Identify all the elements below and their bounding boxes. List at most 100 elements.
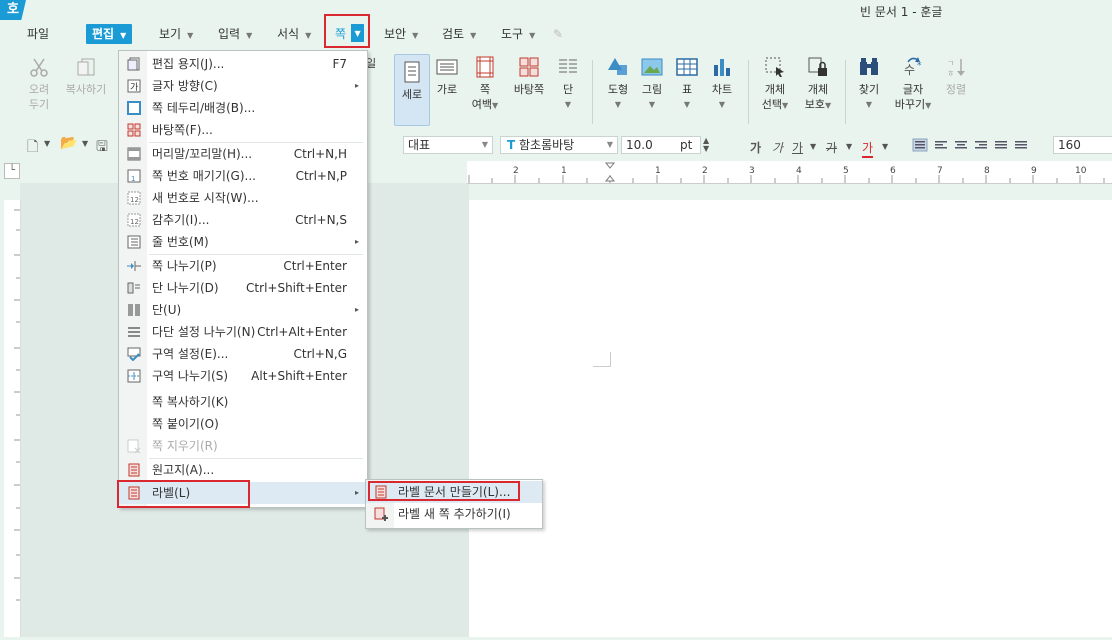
menu-item-shortcut: Ctrl+Shift+Enter: [246, 281, 347, 295]
ruler-mark: 2: [513, 166, 519, 176]
font-size-field[interactable]: 10.0 pt: [621, 136, 701, 154]
underline-button[interactable]: 가: [792, 139, 803, 156]
menu-item-hide[interactable]: 12 감추기(I)... Ctrl+N,S: [119, 209, 367, 231]
ruler-corner[interactable]: └: [4, 163, 20, 179]
quick-tool-icon[interactable]: ✎: [553, 24, 563, 44]
submenu-item-add-label-page[interactable]: 라벨 새 쪽 추가하기(I): [366, 503, 542, 525]
ruler-mark: 10: [1075, 166, 1087, 176]
menu-file[interactable]: 파일: [27, 24, 49, 44]
ruler-mark: 4: [796, 166, 802, 176]
chevron-down-icon[interactable]: ▼: [810, 142, 816, 151]
page-margin-button[interactable]: 쪽 여백▼: [471, 56, 499, 113]
landscape-button[interactable]: 가로: [433, 56, 461, 97]
menu-security[interactable]: 보안 ▼: [384, 24, 418, 44]
text-direction-icon: 가: [127, 79, 141, 93]
menu-item-label: 편집 용지(J)...: [152, 57, 225, 71]
menu-item-page-break[interactable]: 쪽 나누기(P) Ctrl+Enter: [119, 255, 367, 277]
menu-item-paste-page[interactable]: 쪽 붙이기(O): [119, 413, 367, 435]
menu-edit-label: 편집: [92, 27, 115, 41]
label-submenu: 라벨 문서 만들기(L)... 라벨 새 쪽 추가하기(I): [365, 479, 543, 529]
portrait-page-icon: [404, 61, 420, 83]
title-bar: 호 빈 문서 1 - 훈글: [0, 0, 1112, 20]
sort-label: 정렬: [945, 83, 967, 96]
font-select[interactable]: T 함초롬바탕 ▼: [500, 136, 618, 154]
line-spacing-field[interactable]: 160: [1053, 136, 1112, 154]
ruler-mark: 9: [1031, 166, 1037, 176]
object-select-label-1: 개체: [764, 83, 786, 96]
style-select[interactable]: 대표 ▼: [403, 136, 493, 154]
background-label: 바탕쪽: [513, 83, 545, 96]
text-area-corner-mark: [593, 352, 611, 367]
chevron-down-icon[interactable]: ▼: [82, 139, 88, 148]
italic-button[interactable]: 가: [772, 139, 783, 156]
menu-item-multi-column-break[interactable]: 다단 설정 나누기(N) Ctrl+Alt+Enter: [119, 321, 367, 343]
table-button[interactable]: 표 ▼: [675, 56, 699, 112]
ruler-mark: 1: [561, 166, 567, 176]
document-page[interactable]: [469, 200, 1112, 637]
column-button[interactable]: 단 ▼: [556, 56, 580, 112]
new-number-icon: 12: [127, 191, 141, 205]
sort-button[interactable]: ㄱㅎ 정렬: [942, 56, 970, 97]
menu-item-page-number[interactable]: 1 쪽 번호 매기기(G)... Ctrl+N,P: [119, 165, 367, 187]
object-protect-button[interactable]: 개체 보호▼: [800, 56, 836, 113]
menu-item-page-border[interactable]: 쪽 테두리/배경(B)...: [119, 97, 367, 119]
menu-insert[interactable]: 입력 ▼: [218, 24, 252, 44]
picture-button[interactable]: 그림 ▼: [638, 56, 666, 112]
size-stepper-icon[interactable]: ▲ ▼: [703, 137, 709, 153]
align-buttons: [911, 137, 1033, 153]
open-folder-icon[interactable]: 📂: [60, 135, 77, 151]
menu-edit[interactable]: 편집 ▼: [86, 24, 133, 44]
shape-button[interactable]: 도형 ▼: [604, 56, 632, 112]
menu-format[interactable]: 서식 ▼: [277, 24, 311, 44]
menu-item-page-setup[interactable]: 편집 용지(J)... F7: [119, 53, 367, 75]
menu-item-new-number[interactable]: 12 새 번호로 시작(W)...: [119, 187, 367, 209]
find-button[interactable]: 찾기 ▼: [855, 56, 883, 112]
strikethrough-button[interactable]: 가: [826, 139, 837, 156]
portrait-button[interactable]: 세로: [394, 54, 430, 126]
menu-item-label: 바탕쪽(F)...: [152, 123, 213, 137]
menu-item-manuscript[interactable]: 원고지(A)...: [119, 459, 367, 481]
chevron-down-icon[interactable]: ▼: [882, 142, 888, 151]
object-select-icon: [765, 57, 784, 77]
background-page-button[interactable]: 바탕쪽: [510, 56, 548, 97]
menu-page[interactable]: 쪽 ▼: [335, 24, 365, 44]
menu-format-label: 서식: [277, 27, 300, 41]
column-break-icon: [127, 282, 140, 294]
menu-item-label: 쪽 붙이기(O): [152, 417, 219, 431]
menu-item-delete-page[interactable]: 쪽 지우기(R): [119, 435, 367, 457]
menu-view[interactable]: 보기 ▼: [159, 24, 193, 44]
replace-label-1: 글자: [902, 83, 924, 96]
column-label: 단: [562, 83, 574, 96]
menu-item-column-break[interactable]: 단 나누기(D) Ctrl+Shift+Enter: [119, 277, 367, 299]
cut-button[interactable]: 오려 두기: [24, 56, 54, 112]
menu-item-column[interactable]: 단(U) ▸: [119, 299, 367, 321]
object-select-button[interactable]: 개체 선택▼: [758, 56, 792, 113]
bold-button[interactable]: 가: [750, 139, 761, 156]
menu-item-line-number[interactable]: 줄 번호(M) ▸: [119, 231, 367, 253]
save-icon[interactable]: 🖫: [96, 136, 108, 160]
new-document-icon[interactable]: 🗋: [27, 136, 38, 160]
chevron-down-icon[interactable]: ▼: [44, 139, 50, 148]
menu-item-text-direction[interactable]: 가 글자 방향(C) ▸: [119, 75, 367, 97]
menu-review[interactable]: 검토 ▼: [442, 24, 476, 44]
app-logo[interactable]: 호: [0, 0, 26, 20]
submenu-item-create-label-doc[interactable]: 라벨 문서 만들기(L)...: [366, 481, 542, 503]
font-color-button[interactable]: 가: [862, 139, 874, 158]
menu-item-section-setup[interactable]: 구역 설정(E)... Ctrl+N,G: [119, 343, 367, 365]
chart-button[interactable]: 차트 ▼: [708, 56, 736, 112]
menu-item-section-break[interactable]: 구역 나누기(S) Alt+Shift+Enter: [119, 365, 367, 387]
submenu-item-label: 라벨 새 쪽 추가하기(I): [398, 507, 511, 521]
menu-item-header-footer[interactable]: 머리말/꼬리말(H)... Ctrl+N,H: [119, 143, 367, 165]
chevron-down-icon[interactable]: ▼: [846, 142, 852, 151]
replace-button[interactable]: 수 * 글자 바꾸기▼: [893, 56, 933, 113]
menu-bar: 파일 편집 ▼ 보기 ▼ 입력 ▼ 서식 ▼ 쪽 ▼ 보안 ▼ 검토 ▼ 도구 ▼ ✎: [0, 20, 1112, 46]
menu-item-background-page[interactable]: 바탕쪽(F)...: [119, 119, 367, 141]
menu-item-label-doc[interactable]: 라벨(L) ▸: [119, 482, 367, 504]
ruler-mark: 2: [702, 166, 708, 176]
chevron-down-icon: ▼: [614, 100, 622, 109]
menu-item-copy-page[interactable]: 쪽 복사하기(K): [119, 391, 367, 413]
margin-label-2: 여백: [471, 98, 493, 111]
toolbar-divider: [748, 60, 749, 124]
menu-tools[interactable]: 도구 ▼: [501, 24, 535, 44]
copy-button[interactable]: 복사하기: [62, 56, 110, 97]
